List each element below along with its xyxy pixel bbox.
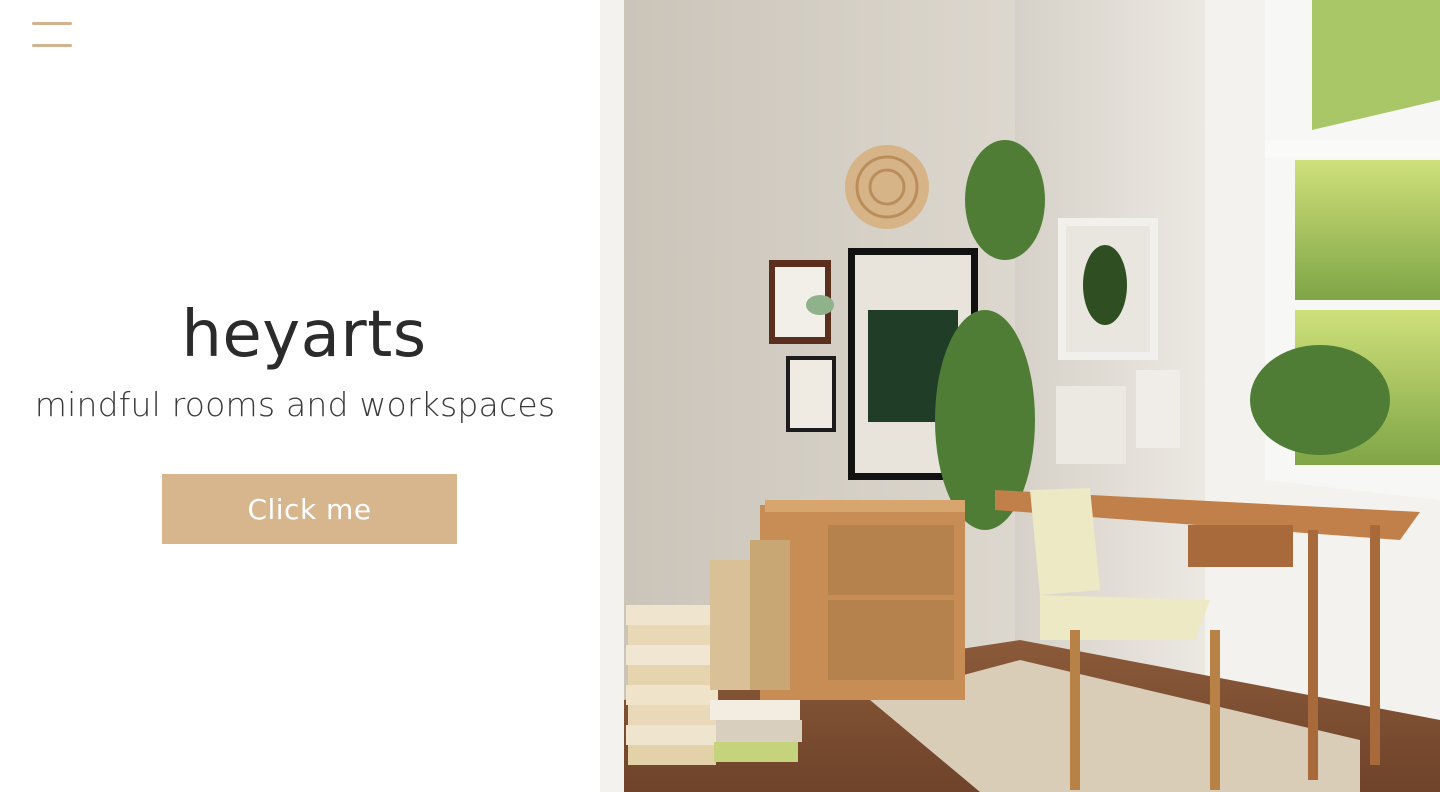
hero-image xyxy=(600,0,1440,792)
hamburger-menu-icon[interactable] xyxy=(32,22,72,48)
menu-line-top xyxy=(32,22,72,25)
room-illustration xyxy=(600,0,1440,792)
cta-button[interactable]: Click me xyxy=(162,474,457,544)
page: heyarts mindful rooms and workspaces Cli… xyxy=(0,0,1440,792)
tagline: mindful rooms and workspaces xyxy=(34,385,556,424)
menu-line-bottom xyxy=(32,44,72,47)
hero-panel: heyarts mindful rooms and workspaces Cli… xyxy=(0,0,600,792)
brand-title: heyarts xyxy=(181,298,427,372)
